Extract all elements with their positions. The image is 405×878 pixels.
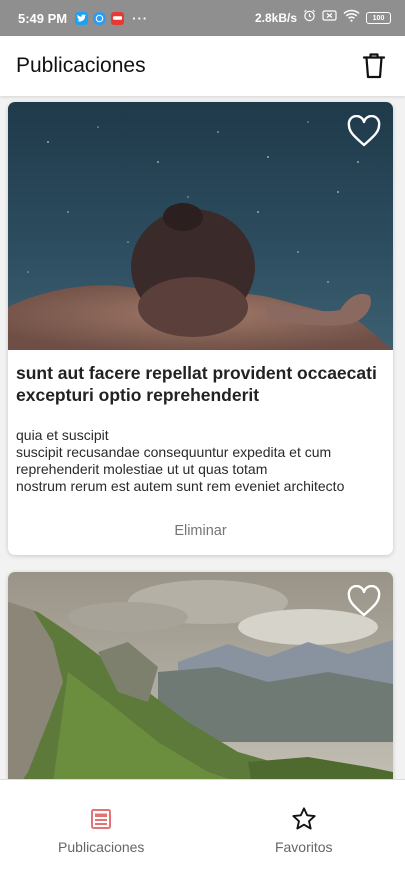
post-title: sunt aut facere repellat provident occae…: [16, 363, 377, 405]
battery-icon: 100: [366, 12, 391, 24]
whatsapp-icon: [93, 11, 107, 25]
nav-label: Publicaciones: [58, 839, 145, 855]
post-image: [8, 102, 393, 350]
heart-outline-icon[interactable]: [347, 115, 381, 149]
network-speed: 2.8kB/s: [254, 11, 297, 25]
app-bar: Publicaciones: [0, 36, 405, 96]
bottom-navigation: Publicaciones Favoritos: [0, 779, 405, 878]
nav-item-publicaciones[interactable]: Publicaciones: [0, 780, 203, 878]
no-sim-icon: [322, 9, 337, 27]
alarm-icon: [303, 9, 316, 27]
more-notifications-icon: ···: [132, 10, 149, 26]
heart-outline-icon[interactable]: [347, 585, 381, 619]
status-bar: 5:49 PM ··· 2.8kB/s 100: [0, 0, 405, 36]
nav-item-favoritos[interactable]: Favoritos: [203, 780, 405, 878]
star-outline-icon: [291, 806, 317, 832]
post-body: quia et suscipit suscipit recusandae con…: [16, 427, 345, 494]
wifi-icon: [343, 9, 360, 27]
post-card[interactable]: sunt aut facere repellat provident occae…: [8, 102, 393, 555]
twitter-icon: [75, 11, 89, 25]
post-image: [8, 572, 393, 779]
delete-post-button[interactable]: Eliminar: [8, 523, 393, 539]
delete-all-button[interactable]: [359, 51, 389, 81]
app-notification-icon: [111, 11, 125, 25]
post-card[interactable]: [8, 572, 393, 779]
trash-icon: [363, 53, 385, 79]
list-icon: [88, 806, 114, 832]
page-title: Publicaciones: [16, 54, 146, 77]
nav-label: Favoritos: [274, 839, 333, 855]
status-time: 5:49 PM: [18, 10, 68, 26]
posts-feed[interactable]: sunt aut facere repellat provident occae…: [0, 96, 405, 779]
